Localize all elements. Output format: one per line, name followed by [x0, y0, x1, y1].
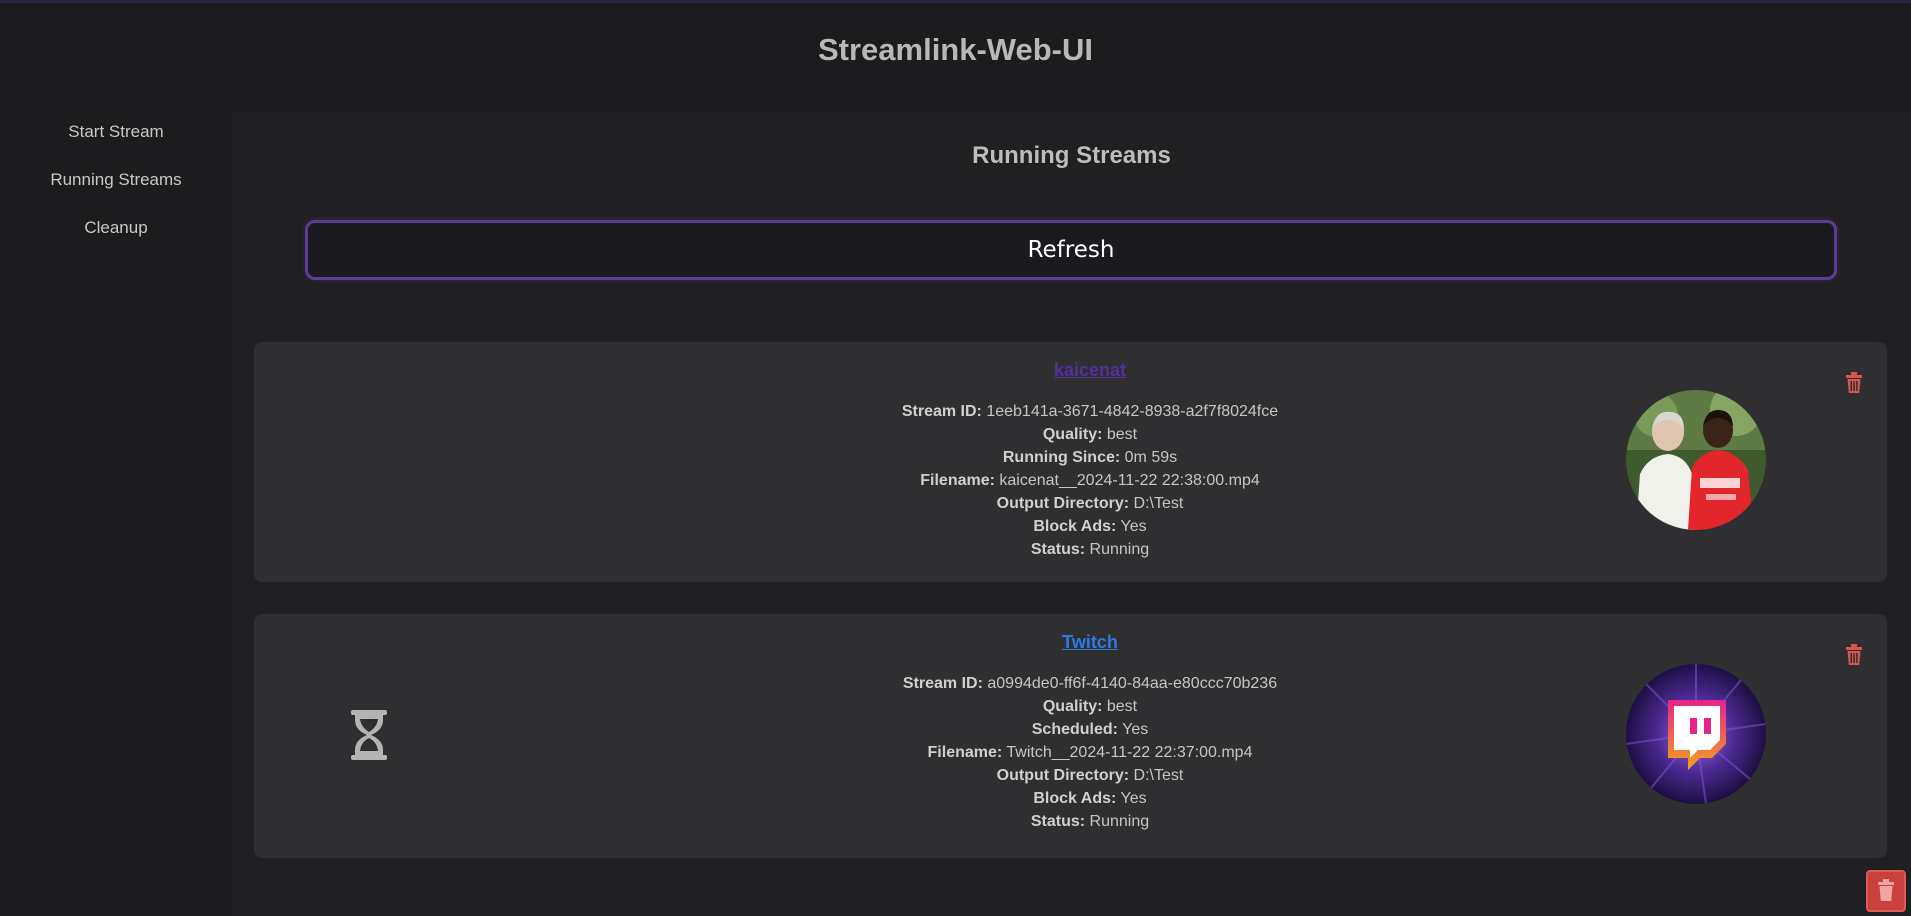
channel-avatar	[1626, 664, 1766, 804]
block-ads-label: Block Ads:	[1033, 790, 1117, 807]
stream-id-value: a0994de0-ff6f-4140-84aa-e80ccc70b236	[987, 675, 1278, 692]
quality-label: Quality:	[1042, 426, 1103, 443]
output-directory-value: D:\Test	[1133, 495, 1184, 512]
filename-value: kaicenat__2024-11-22 22:38:00.mp4	[999, 472, 1260, 489]
main-content: Running Streams Refresh kaicenat Stream …	[232, 112, 1911, 916]
stream-card: Twitch Stream ID: a0994de0-ff6f-4140-84a…	[254, 614, 1887, 858]
section-title: Running Streams	[972, 142, 1171, 169]
sidebar: Start Stream Running Streams Cleanup	[0, 112, 232, 916]
twitch-logo-icon	[1626, 664, 1766, 804]
scheduled-label: Scheduled:	[1031, 721, 1118, 738]
stream-card: kaicenat Stream ID: 1eeb141a-3671-4842-8…	[254, 342, 1887, 582]
stream-id-label: Stream ID:	[902, 675, 983, 692]
refresh-button[interactable]: Refresh	[305, 220, 1837, 280]
filename-value: Twitch__2024-11-22 22:37:00.mp4	[1006, 744, 1253, 761]
trash-icon[interactable]	[1844, 372, 1864, 394]
stream-id-label: Stream ID:	[901, 403, 982, 420]
block-ads-label: Block Ads:	[1033, 518, 1117, 535]
sidebar-item-cleanup[interactable]: Cleanup	[0, 208, 232, 256]
stream-name-link[interactable]: kaicenat	[254, 360, 1911, 381]
channel-avatar	[1626, 390, 1766, 530]
delete-all-button[interactable]	[1866, 870, 1906, 912]
app-title: Streamlink-Web-UI	[817, 32, 1094, 67]
status-value: Running	[1089, 813, 1150, 830]
quality-value: best	[1106, 426, 1138, 443]
status-label: Status:	[1030, 813, 1086, 830]
output-directory-label: Output Directory:	[996, 767, 1130, 784]
top-border	[0, 0, 1911, 3]
status-row: Status: Running	[254, 538, 1911, 561]
sidebar-item-running-streams[interactable]: Running Streams	[0, 160, 232, 208]
channel-avatar-photo	[1626, 390, 1766, 530]
output-directory-value: D:\Test	[1133, 767, 1184, 784]
sidebar-item-start-stream[interactable]: Start Stream	[0, 112, 232, 160]
block-ads-value: Yes	[1120, 518, 1147, 535]
trash-icon[interactable]	[1844, 644, 1864, 666]
stream-name-link[interactable]: Twitch	[254, 632, 1911, 653]
quality-value: best	[1106, 698, 1138, 715]
quality-label: Quality:	[1042, 698, 1103, 715]
filename-label: Filename:	[920, 472, 995, 489]
block-ads-value: Yes	[1120, 790, 1147, 807]
trash-icon	[1878, 879, 1894, 901]
running-since-label: Running Since:	[1002, 449, 1121, 466]
status-row: Status: Running	[254, 810, 1911, 833]
status-value: Running	[1089, 541, 1150, 558]
scheduled-value: Yes	[1122, 721, 1149, 738]
status-label: Status:	[1030, 541, 1086, 558]
output-directory-label: Output Directory:	[996, 495, 1130, 512]
filename-label: Filename:	[927, 744, 1003, 761]
stream-id-value: 1eeb141a-3671-4842-8938-a2f7f8024fce	[986, 403, 1279, 420]
running-since-value: 0m 59s	[1124, 449, 1178, 466]
